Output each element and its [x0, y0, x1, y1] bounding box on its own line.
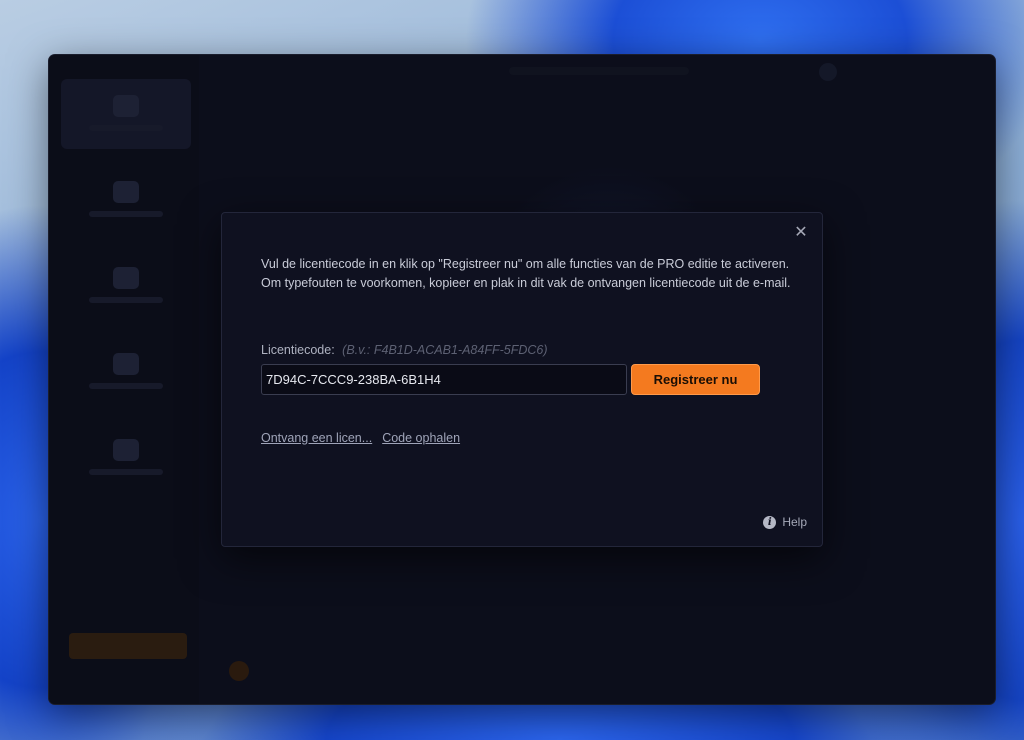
sidebar-item-icon	[113, 95, 139, 117]
license-code-label: Licentiecode:	[261, 343, 335, 357]
dialog-intro-text: Vul de licentiecode in en klik op "Regis…	[261, 257, 791, 290]
window-title-placeholder	[509, 67, 689, 75]
dialog-links: Ontvang een licen... Code ophalen	[261, 431, 460, 445]
license-code-input[interactable]	[261, 364, 627, 395]
status-icon	[229, 661, 249, 681]
upgrade-button[interactable]	[69, 633, 187, 659]
sidebar-item-4[interactable]	[61, 337, 191, 407]
sidebar-item-icon	[113, 267, 139, 289]
register-now-button[interactable]: Registreer nu	[631, 364, 760, 395]
sidebar-item-1[interactable]	[61, 79, 191, 149]
sidebar-item-icon	[113, 439, 139, 461]
sidebar-item-icon	[113, 181, 139, 203]
close-icon[interactable]: ✕	[792, 224, 810, 242]
get-license-link[interactable]: Ontvang een licen...	[261, 431, 372, 445]
sidebar-item-label-placeholder	[89, 297, 163, 303]
sidebar-item-3[interactable]	[61, 251, 191, 321]
sidebar-item-label-placeholder	[89, 211, 163, 217]
avatar[interactable]	[819, 63, 837, 81]
sidebar-item-icon	[113, 353, 139, 375]
sidebar-item-2[interactable]	[61, 165, 191, 235]
sidebar-item-5[interactable]	[61, 423, 191, 493]
license-code-label-row: Licentiecode: (B.v.: F4B1D-ACAB1-A84FF-5…	[261, 343, 548, 357]
help-label: Help	[782, 515, 807, 529]
license-code-example: (B.v.: F4B1D-ACAB1-A84FF-5FDC6)	[342, 343, 548, 357]
license-dialog: ✕ Vul de licentiecode in en klik op "Reg…	[221, 212, 823, 547]
sidebar-item-label-placeholder	[89, 469, 163, 475]
sidebar-item-label-placeholder	[89, 125, 163, 131]
info-icon: i	[763, 515, 777, 529]
sidebar-item-label-placeholder	[89, 383, 163, 389]
help-link[interactable]: i Help	[763, 515, 807, 529]
retrieve-code-link[interactable]: Code ophalen	[382, 431, 460, 445]
app-sidebar	[49, 55, 199, 704]
